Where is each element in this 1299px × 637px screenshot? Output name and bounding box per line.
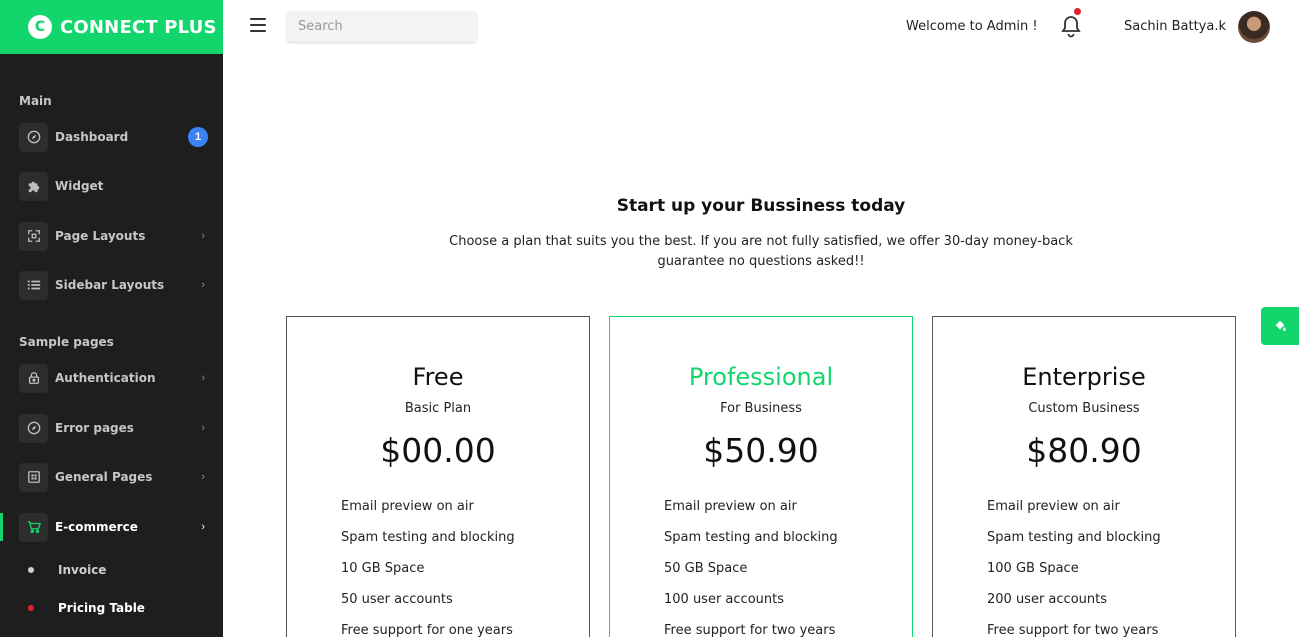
chevron-right-icon: › bbox=[201, 521, 205, 533]
sidebar-subitem-label: Pricing Table bbox=[58, 601, 145, 615]
brand-logo-letter: C bbox=[34, 19, 46, 35]
plan-subtitle: Basic Plan bbox=[404, 401, 472, 416]
pricing-card-enterprise: Enterprise Custom Business $80.90 Email … bbox=[932, 316, 1236, 637]
feature-item: 100 user accounts bbox=[664, 592, 784, 607]
feature-item: Email preview on air bbox=[341, 499, 474, 514]
chevron-right-icon: › bbox=[201, 422, 205, 434]
expand-icon bbox=[19, 221, 48, 251]
sidebar-item-label: Dashboard bbox=[55, 130, 129, 144]
feature-item: Free support for two years bbox=[664, 623, 836, 637]
plan-price: $00.00 bbox=[380, 431, 496, 470]
brand[interactable]: C CONNECT PLUS bbox=[0, 0, 223, 54]
bullet-dot-icon bbox=[28, 567, 34, 573]
lock-icon bbox=[19, 363, 48, 393]
sidebar-item-general-pages[interactable]: General Pages › bbox=[0, 457, 223, 497]
brand-name: CONNECT PLUS bbox=[60, 16, 217, 38]
sidebar-item-label: Error pages bbox=[55, 421, 134, 435]
theme-settings-button[interactable] bbox=[1261, 307, 1299, 345]
section-title-main: Main bbox=[19, 94, 52, 108]
hamburger-menu-icon[interactable] bbox=[250, 18, 266, 32]
paint-bucket-icon bbox=[1275, 320, 1286, 331]
sidebar-item-page-layouts[interactable]: Page Layouts › bbox=[0, 216, 223, 256]
bullet-dot-icon bbox=[28, 605, 34, 611]
feature-list: Email preview on air Spam testing and bl… bbox=[341, 499, 515, 637]
sidebar-item-authentication[interactable]: Authentication › bbox=[0, 358, 223, 398]
sidebar-item-sidebar-layouts[interactable]: Sidebar Layouts › bbox=[0, 265, 223, 305]
chevron-right-icon: › bbox=[201, 471, 205, 483]
plan-price: $80.90 bbox=[1026, 431, 1142, 470]
feature-item: 10 GB Space bbox=[341, 561, 425, 576]
plan-price: $50.90 bbox=[703, 431, 819, 470]
grid-icon bbox=[19, 462, 48, 492]
plan-subtitle: Custom Business bbox=[1028, 401, 1140, 416]
compass-icon bbox=[19, 122, 48, 152]
sidebar-item-label: Authentication bbox=[55, 371, 156, 385]
brand-logo-icon: C bbox=[28, 15, 52, 39]
sidebar-item-label: General Pages bbox=[55, 470, 153, 484]
bell-icon[interactable] bbox=[1060, 14, 1082, 38]
plan-name: Free bbox=[412, 363, 464, 391]
chevron-right-icon: › bbox=[201, 279, 205, 291]
plan-name: Enterprise bbox=[1022, 363, 1146, 391]
sidebar-item-error-pages[interactable]: Error pages › bbox=[0, 408, 223, 448]
page-headline: Start up your Bussiness today bbox=[616, 196, 906, 216]
notification-badge: 1 bbox=[188, 127, 208, 147]
sidebar-item-label: E-commerce bbox=[55, 520, 138, 534]
feature-list: Email preview on air Spam testing and bl… bbox=[664, 499, 838, 637]
sidebar-subitem-invoice[interactable]: Invoice bbox=[0, 555, 223, 585]
feature-item: 200 user accounts bbox=[987, 592, 1107, 607]
chevron-right-icon: › bbox=[201, 230, 205, 242]
feature-item: Spam testing and blocking bbox=[987, 530, 1161, 545]
pricing-card-professional: Professional For Business $50.90 Email p… bbox=[609, 316, 913, 637]
sidebar-item-label: Page Layouts bbox=[55, 229, 146, 243]
compass-icon bbox=[19, 413, 48, 443]
plan-name: Professional bbox=[688, 363, 834, 391]
sidebar-item-dashboard[interactable]: Dashboard 1 bbox=[0, 117, 223, 157]
notification-dot bbox=[1074, 8, 1081, 15]
avatar[interactable] bbox=[1238, 11, 1270, 43]
plan-subtitle: For Business bbox=[720, 401, 802, 416]
sidebar-subitem-pricing-table[interactable]: Pricing Table bbox=[0, 593, 223, 623]
feature-item: 50 user accounts bbox=[341, 592, 453, 607]
feature-item: Email preview on air bbox=[987, 499, 1120, 514]
feature-list: Email preview on air Spam testing and bl… bbox=[987, 499, 1161, 637]
chevron-right-icon: › bbox=[201, 372, 205, 384]
section-title-sample-pages: Sample pages bbox=[19, 335, 114, 349]
page-subline: Choose a plan that suits you the best. I… bbox=[449, 234, 1073, 269]
search-input[interactable]: Search bbox=[287, 11, 477, 42]
feature-item: Email preview on air bbox=[664, 499, 797, 514]
user-name[interactable]: Sachin Battya.k bbox=[1124, 19, 1226, 34]
sidebar-subitem-label: Invoice bbox=[58, 563, 107, 577]
feature-item: 100 GB Space bbox=[987, 561, 1079, 576]
welcome-text: Welcome to Admin ! bbox=[906, 19, 1038, 34]
pricing-card-free: Free Basic Plan $00.00 Email preview on … bbox=[286, 316, 590, 637]
feature-item: 50 GB Space bbox=[664, 561, 748, 576]
sidebar-item-ecommerce[interactable]: E-commerce › bbox=[0, 507, 223, 547]
feature-item: Spam testing and blocking bbox=[664, 530, 838, 545]
active-indicator bbox=[0, 513, 3, 541]
list-icon bbox=[19, 270, 48, 300]
feature-item: Free support for two years bbox=[987, 623, 1159, 637]
sidebar-item-label: Sidebar Layouts bbox=[55, 278, 165, 292]
feature-item: Free support for one years bbox=[341, 623, 513, 637]
cart-icon bbox=[19, 512, 48, 542]
sidebar: C CONNECT PLUS Main Dashboard 1 Widget P… bbox=[0, 0, 223, 637]
feature-item: Spam testing and blocking bbox=[341, 530, 515, 545]
sidebar-item-label: Widget bbox=[55, 179, 104, 193]
